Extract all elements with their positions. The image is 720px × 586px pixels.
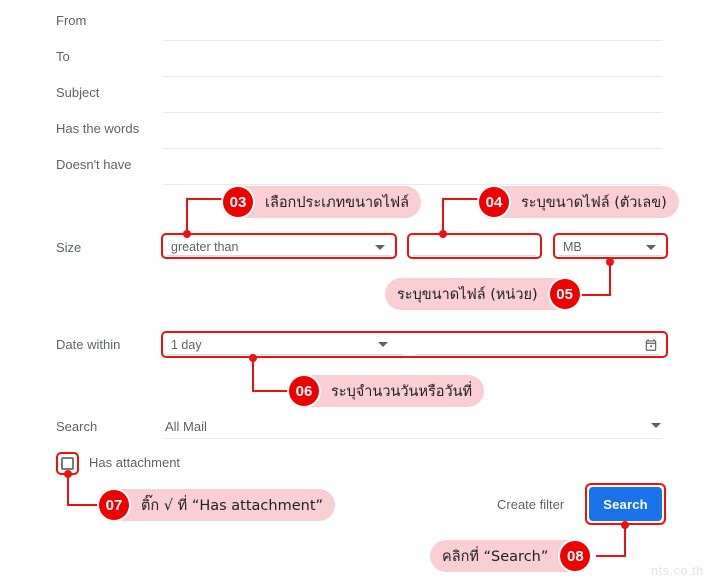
form-label-from: From: [56, 13, 87, 28]
annotation-badge-07: 07: [99, 490, 129, 520]
search-scope-value: All Mail: [165, 419, 207, 434]
form-input-doesnt-have[interactable]: [164, 184, 662, 185]
chevron-down-icon: [646, 245, 656, 250]
leader-line-08-horizontal: [596, 555, 626, 557]
annotation-badge-03: 03: [223, 187, 253, 217]
leader-dot-06: [249, 354, 257, 362]
size-unit-underline: [559, 255, 662, 256]
leader-line-07-vertical: [67, 474, 69, 506]
annotation-text-08: คลิกที่ “Search”: [442, 548, 549, 565]
search-button[interactable]: Search: [589, 487, 662, 521]
annotation-badge-05: 05: [549, 279, 580, 309]
leader-line-04-horizontal: [442, 198, 478, 200]
form-row-to[interactable]: To: [0, 48, 720, 84]
annotation-callout-04: 04 ระบุขนาดไฟล์ (ตัวเลข): [478, 186, 679, 218]
annotation-text-03: เลือกประเภทขนาดไฟล์: [265, 194, 410, 211]
chevron-down-icon[interactable]: [651, 423, 661, 428]
form-row-has-the-words[interactable]: Has the words: [0, 120, 720, 156]
date-within-underline-left: [167, 354, 403, 355]
leader-line-06-vertical: [252, 358, 254, 392]
search-button-highlight: Search: [585, 483, 666, 525]
date-within-underline-right: [415, 354, 660, 355]
leader-dot-07: [64, 470, 72, 478]
form-row-from[interactable]: From: [0, 12, 720, 48]
form-label-has-the-words: Has the words: [56, 121, 140, 136]
leader-dot-03: [183, 230, 191, 238]
leader-dot-04: [439, 230, 447, 238]
form-input-has-the-words[interactable]: [164, 148, 662, 149]
size-unit-select[interactable]: MB: [553, 233, 668, 259]
has-attachment-checkbox[interactable]: [61, 457, 74, 470]
form-label-search-scope: Search: [56, 419, 98, 434]
leader-line-03-horizontal: [186, 198, 222, 200]
annotation-callout-08: 08 คลิกที่ “Search”: [430, 540, 592, 572]
annotation-text-06: ระบุจำนวนวันหรือวันที่: [331, 383, 473, 400]
annotation-badge-06: 06: [289, 376, 319, 406]
leader-dot-05: [606, 258, 614, 266]
form-label-size: Size: [56, 240, 82, 255]
annotation-text-07: ติ๊ก √ ที่ “Has attachment”: [141, 497, 324, 514]
leader-line-05-vertical: [609, 262, 611, 296]
leader-dot-08: [621, 521, 629, 529]
annotation-callout-06: 06 ระบุจำนวนวันหรือวันที่: [288, 375, 485, 407]
leader-line-06-horizontal: [252, 390, 288, 392]
size-comparator-underline: [167, 255, 391, 256]
date-within-field-group[interactable]: 1 day: [161, 331, 668, 358]
leader-line-05-horizontal: [578, 294, 611, 296]
leader-line-08-vertical: [624, 525, 626, 557]
annotation-callout-07: 07 ติ๊ก √ ที่ “Has attachment”: [98, 489, 336, 521]
watermark: nts.co.th: [651, 563, 704, 578]
chevron-down-icon: [375, 245, 385, 250]
annotation-callout-03: 03 เลือกประเภทขนาดไฟล์: [222, 186, 422, 218]
has-attachment-label: Has attachment: [89, 455, 181, 470]
form-label-date-within: Date within: [56, 337, 121, 352]
date-within-value: 1 day: [171, 338, 202, 352]
annotation-text-05: ระบุขนาดไฟล์ (หน่วย): [397, 286, 538, 303]
size-unit-value: MB: [563, 240, 582, 254]
annotation-badge-08: 08: [560, 541, 591, 571]
annotation-text-04: ระบุขนาดไฟล์ (ตัวเลข): [521, 194, 667, 211]
form-input-from[interactable]: [164, 40, 662, 41]
annotation-callout-05: 05 ระบุขนาดไฟล์ (หน่วย): [385, 278, 581, 310]
annotation-badge-04: 04: [479, 187, 509, 217]
size-amount-underline: [413, 255, 536, 256]
form-input-to[interactable]: [164, 76, 662, 77]
size-amount-input[interactable]: [407, 233, 542, 259]
create-filter-button[interactable]: Create filter: [497, 496, 564, 514]
form-label-to: To: [56, 49, 70, 64]
leader-line-07-horizontal: [67, 504, 98, 506]
form-label-subject: Subject: [56, 85, 100, 100]
chevron-down-icon: [378, 342, 388, 347]
size-comparator-select[interactable]: greater than: [161, 233, 397, 259]
size-comparator-value: greater than: [171, 240, 239, 254]
form-row-subject[interactable]: Subject: [0, 84, 720, 120]
form-label-doesnt-have: Doesn't have: [56, 157, 132, 172]
form-input-subject[interactable]: [164, 112, 662, 113]
search-scope-underline[interactable]: [164, 438, 662, 439]
calendar-icon[interactable]: [644, 338, 658, 352]
